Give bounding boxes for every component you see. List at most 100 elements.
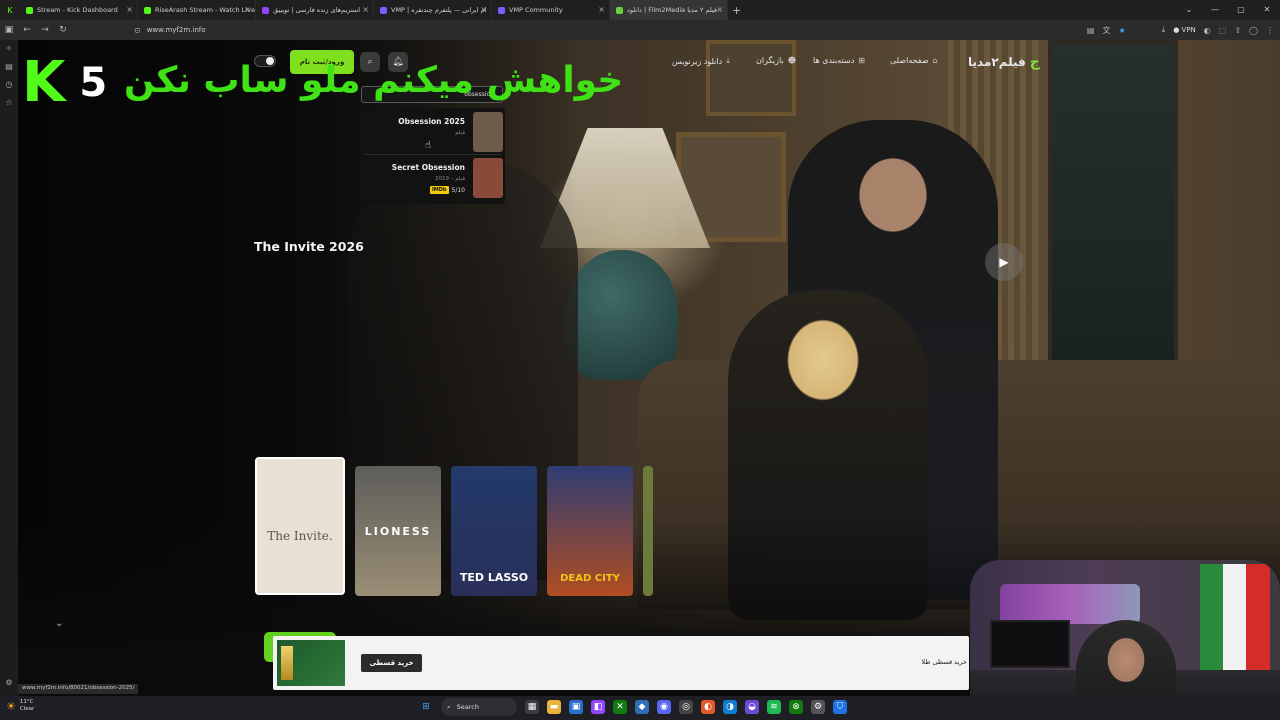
ai-icon[interactable]: ✧ — [0, 40, 18, 58]
browser-tab[interactable]: VMP | ‌ام ایرانی — پلتفرم چندنفره × — [374, 0, 492, 20]
close-window-button[interactable]: ✕ — [1254, 0, 1280, 20]
store-icon[interactable]: ▣ — [569, 700, 583, 714]
nav-actors-label: بازیگران — [756, 56, 784, 65]
reload-button[interactable]: ↻ — [54, 25, 72, 35]
browser-tab[interactable]: Stream - Kick Dashboard × — [20, 0, 138, 20]
tab-favicon-icon — [262, 6, 269, 14]
poster-card[interactable]: LIONESS — [355, 466, 441, 596]
bookmarks-icon[interactable]: ☆ — [0, 94, 18, 112]
app-icon[interactable]: ◆ — [635, 700, 649, 714]
browser-tab-bar: K Stream - Kick Dashboard × RiseArash Stre… — [0, 0, 1280, 20]
weather-temp: 11°C — [19, 699, 34, 705]
forward-button[interactable]: → — [36, 25, 54, 35]
featured-carousel: The Invite. LIONESS TED LASSO DEAD CITY — [255, 457, 653, 597]
nav-home[interactable]: صفحه‌اصلی ⌂ — [890, 56, 938, 65]
search-result-item[interactable]: Secret Obsession فیلم – 2019 IMDb 5/10 — [360, 156, 505, 200]
browser-tab[interactable]: VMP Community × — [492, 0, 610, 20]
translate-icon[interactable]: 文 — [1102, 25, 1110, 36]
profile-icon[interactable]: ◯ — [1249, 26, 1258, 35]
tab-close-icon[interactable]: × — [598, 5, 605, 14]
extensions-icon[interactable]: ⬚ — [1219, 26, 1227, 35]
xbox-app-icon[interactable]: ⊗ — [789, 700, 803, 714]
poster-card[interactable]: The Invite. — [255, 457, 345, 595]
poster-card[interactable]: TED LASSO — [451, 466, 537, 596]
nav-home-label: صفحه‌اصلی — [890, 56, 929, 65]
rgb-lights — [1000, 584, 1140, 624]
install-app-icon[interactable]: ▤ — [1087, 26, 1095, 35]
tab-close-icon[interactable]: × — [716, 5, 723, 14]
window — [1048, 40, 1178, 370]
tab-label: VMP | ‌ام ایرانی — پلتفرم چندنفره — [391, 6, 487, 14]
scroll-down-icon[interactable]: ⌄ — [55, 618, 63, 629]
vpn-badge[interactable]: ● VPN — [1173, 26, 1196, 34]
search-result-title: Obsession 2025 — [398, 117, 465, 126]
tab-close-icon[interactable]: × — [362, 5, 369, 14]
reading-list-icon[interactable]: ▤ — [0, 58, 18, 76]
site-logo[interactable]: فیلم۲مدیا ج — [968, 52, 1040, 72]
settings-icon[interactable]: ⚙ — [0, 674, 18, 692]
nav-categories-label: دسته‌بندی ها — [813, 56, 855, 65]
tab-close-icon[interactable]: × — [480, 5, 487, 14]
wallet-icon[interactable]: ◐ — [1204, 26, 1211, 35]
sidebar-toggle-icon[interactable]: ▣ — [0, 25, 18, 35]
ad-banner[interactable]: خرید قسطی خرید قسطی طلا — [273, 636, 969, 690]
ad-cta-button[interactable]: خرید قسطی — [361, 654, 422, 672]
download-icon: ⤓ — [726, 56, 730, 65]
browser-tab[interactable]: استریم‌های زنده فارسی | تویییق × — [256, 0, 374, 20]
nav-actors[interactable]: بازیگران ☻ — [756, 56, 796, 65]
site-info-icon[interactable]: ⊙ — [134, 26, 141, 35]
tab-list-icon[interactable]: ⌄ — [1176, 0, 1202, 20]
search-result-rating: IMDb 5/10 — [429, 186, 465, 194]
twitch-icon[interactable]: ◧ — [591, 700, 605, 714]
tab-label: استریم‌های زنده فارسی | تویییق — [273, 6, 361, 14]
tab-close-icon[interactable]: × — [244, 5, 251, 14]
weather-widget[interactable]: ☀ 11°C Clear — [6, 699, 34, 713]
browser-tab[interactable]: RiseArash Stream - Watch Live × — [138, 0, 256, 20]
settings-app-icon[interactable]: ⚙ — [811, 700, 825, 714]
file-explorer-icon[interactable]: ▬ — [547, 700, 561, 714]
kick-app-icon[interactable]: K — [0, 6, 20, 15]
weather-icon: ☀ — [6, 699, 16, 713]
flag — [1200, 564, 1270, 674]
downloads-icon[interactable]: ⤓ — [1162, 25, 1166, 35]
kick-logo-icon: K — [22, 50, 66, 115]
monitor — [990, 620, 1070, 668]
tab-close-icon[interactable]: × — [126, 5, 133, 14]
nav-subtitles[interactable]: دانلود زیرنویس ⤓ — [672, 56, 730, 66]
taskbar-search[interactable]: ⌕ Search — [441, 698, 517, 716]
tab-favicon-icon — [616, 6, 623, 14]
obs-icon[interactable]: ◎ — [679, 700, 693, 714]
bookmark-star-icon[interactable]: ★ — [1118, 26, 1125, 35]
back-button[interactable]: ← — [18, 25, 36, 35]
address-bar[interactable]: ⊙ www.myf2m.info — [130, 22, 1120, 38]
xbox-icon[interactable]: ✕ — [613, 700, 627, 714]
discord-icon[interactable]: ◉ — [657, 700, 671, 714]
browser-tab[interactable]: دانلود | Film2Media فیلم ۲ مدیا × — [610, 0, 728, 20]
home-icon: ⌂ — [932, 56, 938, 65]
firefox-icon[interactable]: ◐ — [701, 700, 715, 714]
taskbar-search-label: Search — [456, 703, 479, 711]
search-result-meta: فیلم – 2019 — [434, 176, 465, 182]
history-icon[interactable]: ◷ — [0, 76, 18, 94]
search-result-type: فیلم — [455, 130, 465, 136]
start-icon[interactable]: ⊞ — [419, 700, 433, 714]
maximize-button[interactable]: ▢ — [1228, 0, 1254, 20]
minimize-button[interactable]: — — [1202, 0, 1228, 20]
grid-icon: ⊞ — [858, 56, 865, 65]
poster-card[interactable]: DEAD CITY — [547, 466, 633, 596]
task-view-icon[interactable]: ▦ — [525, 700, 539, 714]
security-icon[interactable]: ⛉ — [833, 700, 847, 714]
tab-favicon-icon — [498, 6, 505, 14]
poster-card[interactable] — [643, 466, 653, 596]
menu-icon[interactable]: ⋮ — [1266, 26, 1274, 35]
app-icon[interactable]: ◒ — [745, 700, 759, 714]
ad-image — [277, 640, 345, 686]
new-tab-button[interactable]: + — [732, 4, 741, 17]
trailer-play-button[interactable]: ▶ — [985, 243, 1023, 281]
search-result-item[interactable]: Obsession 2025 فیلم — [360, 110, 505, 154]
share-icon[interactable]: ⇪ — [1234, 26, 1241, 35]
spotify-icon[interactable]: ≋ — [767, 700, 781, 714]
nav-categories[interactable]: دسته‌بندی ها ⊞ — [813, 56, 865, 65]
edge-icon[interactable]: ◑ — [723, 700, 737, 714]
play-icon: ▶ — [999, 255, 1009, 269]
